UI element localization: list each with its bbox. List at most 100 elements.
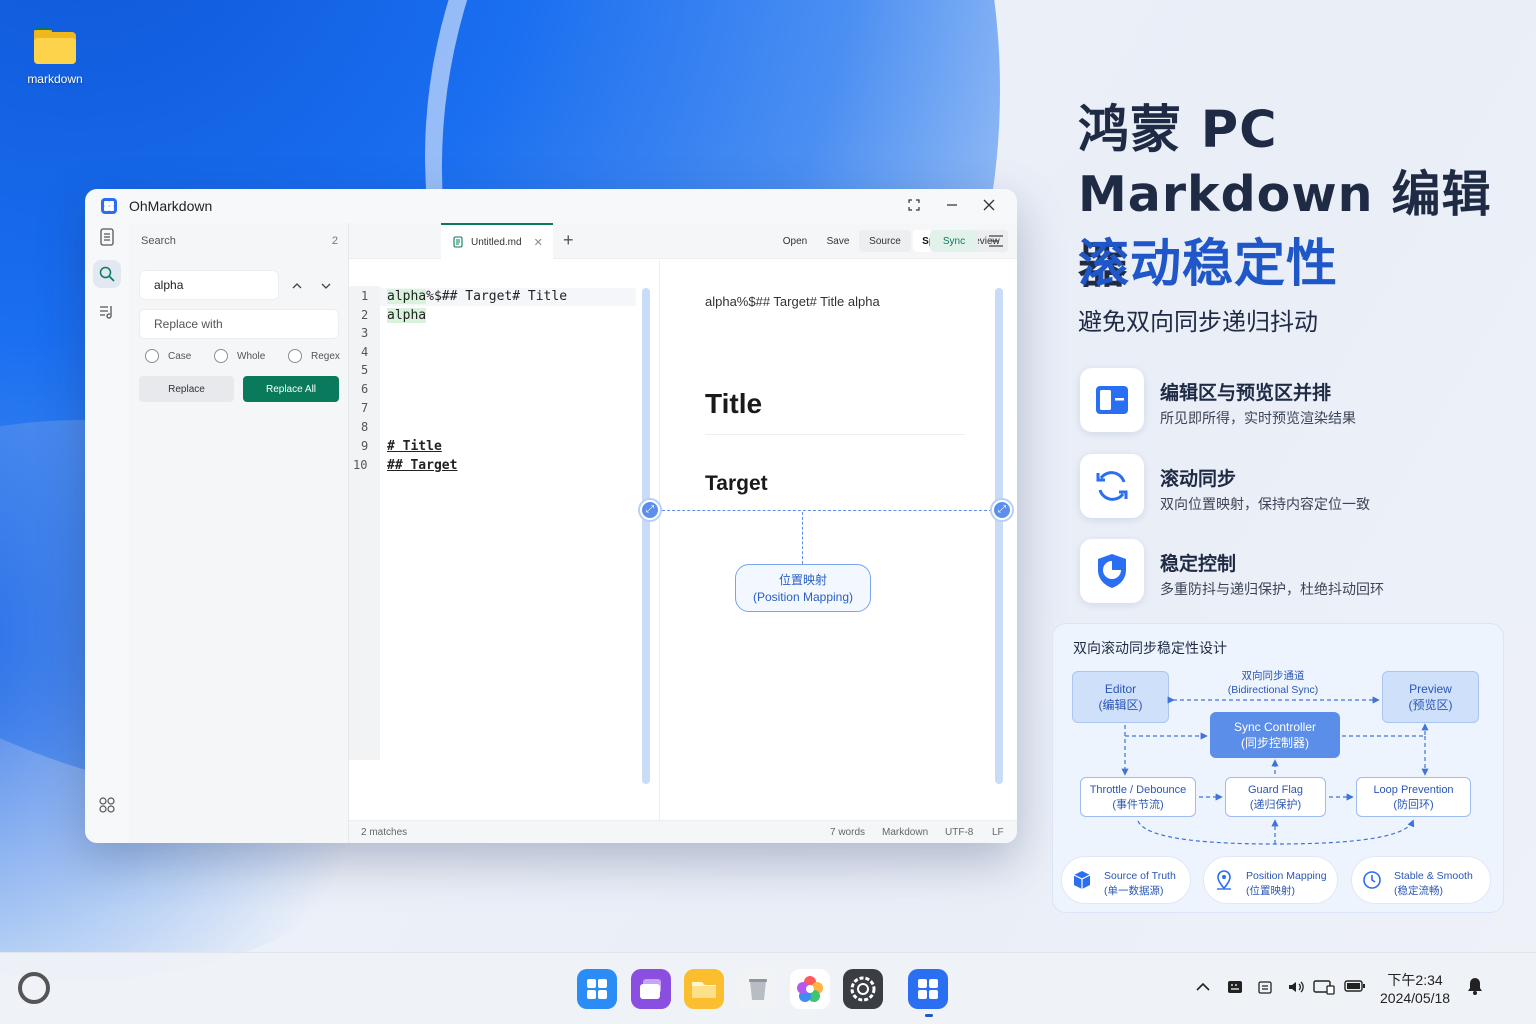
promo-title-line1: 鸿蒙 PC (1078, 101, 1278, 160)
promo-subtitle: 避免双向同步递归抖动 (1078, 309, 1318, 336)
close-icon[interactable] (980, 197, 998, 215)
feature-split-desc: 所见即所得，实时预览渲染结果 (1160, 410, 1356, 426)
search-heading: Search (141, 235, 176, 247)
option-case[interactable]: Case (145, 349, 191, 363)
launcher-app-icon[interactable] (577, 969, 617, 1009)
sync-design-diagram: 双向滚动同步稳定性设计 Editor (编辑区) Preview (预览区) 双向同… (1052, 623, 1504, 913)
feature-stability-title: 稳定控制 (1160, 554, 1237, 575)
chevron-up-icon (292, 283, 302, 289)
volume-icon[interactable] (1287, 979, 1305, 999)
save-button[interactable]: Save (820, 230, 856, 252)
pill-source-of-truth: Source of Truth (单一数据源) (1061, 856, 1191, 904)
line-number: 1 (361, 289, 369, 303)
open-button[interactable]: Open (775, 230, 815, 252)
tab-close-icon[interactable]: ✕ (534, 236, 543, 249)
clock[interactable]: 下午2:34 2024/05/18 (1380, 971, 1450, 1007)
sync-toggle-button[interactable]: Sync (930, 230, 978, 252)
preview-scrollbar[interactable] (995, 288, 1003, 784)
menu-icon[interactable] (988, 234, 1004, 253)
preview-sync-handle-icon[interactable]: ⤢ (992, 500, 1012, 520)
display-icon[interactable] (1313, 979, 1335, 999)
preview-paragraph: alpha%$## Target# Title alpha (705, 294, 880, 309)
status-bar: 2 matches 7 words Markdown UTF-8 LF (349, 820, 1017, 843)
radio-regex[interactable] (288, 349, 302, 363)
title-bar[interactable]: OhMarkdown (85, 189, 1017, 223)
rail-files-button[interactable] (93, 223, 121, 251)
source-editor[interactable]: 1 2 3 4 5 6 7 8 9 10 alpha%$## Target# Title alph… (349, 260, 660, 820)
editor-sync-handle-icon[interactable]: ⤢ (640, 500, 660, 520)
new-tab-button[interactable]: + (563, 231, 574, 249)
ohmarkdown-app-icon[interactable] (908, 969, 948, 1009)
preview-heading-1: Title (705, 388, 763, 419)
code-line-1-rest: %$## Target# Title (426, 289, 568, 304)
option-whole[interactable]: Whole (214, 349, 265, 363)
multitask-app-icon[interactable] (631, 969, 671, 1009)
trash-app-icon[interactable] (738, 969, 778, 1009)
maximize-icon[interactable] (905, 197, 923, 215)
option-regex[interactable]: Regex (288, 349, 340, 363)
preview-heading-2: Target (705, 472, 768, 495)
code-line-9: # Title (387, 439, 442, 454)
editor-toolbar: Untitled.md ✕ + Open Save Source Split P… (349, 223, 1017, 259)
desktop-folder-markdown[interactable]: markdown (22, 28, 88, 86)
feature-stability: 稳定控制 多重防抖与递归保护，杜绝抖动回环 (1080, 539, 1510, 605)
notification-bell-icon[interactable] (1467, 977, 1483, 999)
prev-match-button[interactable] (287, 275, 307, 295)
status-matches: 2 matches (361, 827, 408, 838)
minimize-icon[interactable] (943, 197, 961, 215)
feature-sync-title: 滚动同步 (1160, 469, 1237, 490)
cube-icon (1070, 868, 1094, 892)
replace-input[interactable]: Replace with (139, 309, 339, 339)
pill-stable-smooth: Stable & Smooth (稳定流畅) (1351, 856, 1491, 904)
feature-split: 编辑区与预览区并排 所见即所得，实时预览渲染结果 (1080, 368, 1510, 434)
location-pin-icon (1212, 868, 1236, 892)
files-app-icon[interactable] (684, 969, 724, 1009)
battery-icon[interactable] (1344, 979, 1366, 997)
status-words: 7 words (830, 827, 866, 838)
clock-time: 下午2:34 (1387, 972, 1443, 988)
timer-icon (1360, 868, 1384, 892)
rail-search-button[interactable] (93, 260, 121, 288)
next-match-button[interactable] (316, 275, 336, 295)
tray-expand-icon[interactable] (1196, 979, 1210, 996)
rail-apps-button[interactable] (93, 791, 121, 819)
status-language: Markdown (882, 827, 929, 838)
gallery-app-icon[interactable] (790, 969, 830, 1009)
line-number: 4 (361, 345, 369, 359)
start-button[interactable] (18, 972, 50, 1004)
search-input[interactable]: alpha (139, 270, 279, 300)
pill-2-en: Position Mapping (1246, 870, 1327, 882)
file-icon (453, 236, 463, 248)
pill-1-en: Source of Truth (1104, 870, 1176, 882)
editor-area: Untitled.md ✕ + Open Save Source Split P… (349, 223, 1017, 843)
shield-icon (1080, 539, 1144, 603)
activity-rail (85, 223, 129, 843)
clipboard-icon[interactable] (1257, 979, 1273, 999)
source-mode-button[interactable]: Source (859, 230, 911, 252)
search-match-count: 2 (331, 235, 338, 247)
pill-3-cn: (稳定流畅) (1394, 885, 1443, 897)
outline-icon (100, 306, 112, 319)
radio-case[interactable] (145, 349, 159, 363)
tab-untitled[interactable]: Untitled.md ✕ (441, 223, 553, 259)
preview-pane[interactable]: alpha%$## Target# Title alpha Title Targ… (661, 260, 1017, 820)
option-whole-label: Whole (237, 350, 266, 362)
chevron-down-icon (321, 283, 331, 289)
clock-date: 2024/05/18 (1380, 990, 1451, 1006)
feature-split-title: 编辑区与预览区并排 (1160, 383, 1332, 404)
settings-app-icon[interactable] (843, 969, 883, 1009)
line-number: 2 (361, 308, 369, 322)
status-encoding: UTF-8 (945, 827, 974, 838)
position-mapping-cn: 位置映射 (778, 573, 827, 587)
line-number: 7 (361, 401, 369, 415)
replace-button[interactable]: Replace (139, 376, 234, 402)
position-mapping-badge: 位置映射 (Position Mapping) (735, 564, 871, 612)
radio-whole[interactable] (214, 349, 228, 363)
rail-outline-button[interactable] (93, 298, 121, 326)
replace-all-button[interactable]: Replace All (243, 376, 339, 402)
editor-scrollbar[interactable] (642, 288, 650, 784)
sync-mapping-line (652, 510, 1002, 511)
input-method-icon[interactable] (1227, 979, 1243, 999)
feature-sync-desc: 双向位置映射，保持内容定位一致 (1160, 496, 1370, 512)
line-number: 5 (361, 363, 369, 377)
